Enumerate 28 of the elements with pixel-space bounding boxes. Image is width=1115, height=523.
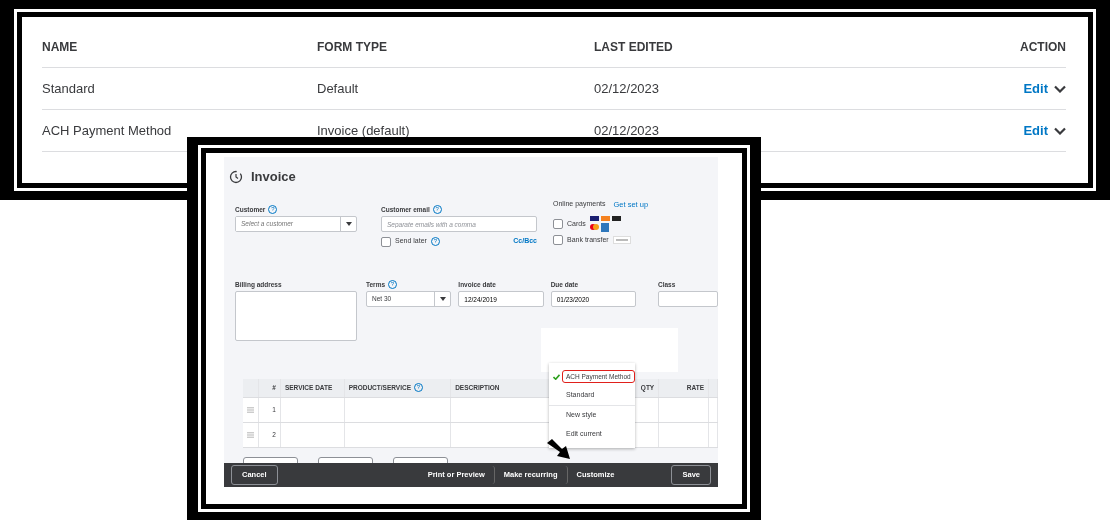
- column-header: FORM TYPE: [317, 40, 387, 54]
- caret-down-icon[interactable]: [345, 222, 352, 227]
- column-header: LAST EDITED: [594, 40, 673, 54]
- history-icon[interactable]: [229, 169, 243, 184]
- chevron-down-icon[interactable]: [1054, 126, 1066, 135]
- column-header: ACTION: [1020, 39, 1066, 56]
- checkbox[interactable]: [553, 235, 563, 245]
- table-cell: Standard: [42, 80, 95, 96]
- edit-link[interactable]: Edit: [1023, 120, 1048, 141]
- checkbox[interactable]: [381, 236, 391, 247]
- caret-down-icon[interactable]: [439, 297, 446, 302]
- table-cell: 02/12/2023: [594, 80, 660, 96]
- table-cell: Invoice (default): [317, 122, 410, 138]
- billing-address-field[interactable]: [235, 291, 357, 342]
- chevron-down-icon[interactable]: [1054, 84, 1066, 93]
- class-field[interactable]: [658, 291, 718, 308]
- edit-link[interactable]: Edit: [1023, 78, 1048, 99]
- checkbox[interactable]: [553, 218, 563, 229]
- table-cell: 02/12/2023: [594, 122, 660, 138]
- pointer-arrow: [546, 438, 572, 460]
- invoice-title: Invoice: [251, 168, 296, 186]
- drag-handle-icon[interactable]: [247, 431, 254, 438]
- table-cell: ACH Payment Method: [42, 122, 172, 138]
- drag-handle-icon[interactable]: [247, 406, 254, 413]
- card-logos-icon: [589, 214, 622, 233]
- bank-logo-icon: [612, 236, 631, 244]
- column-header: NAME: [42, 40, 78, 54]
- table-cell: Default: [317, 80, 359, 96]
